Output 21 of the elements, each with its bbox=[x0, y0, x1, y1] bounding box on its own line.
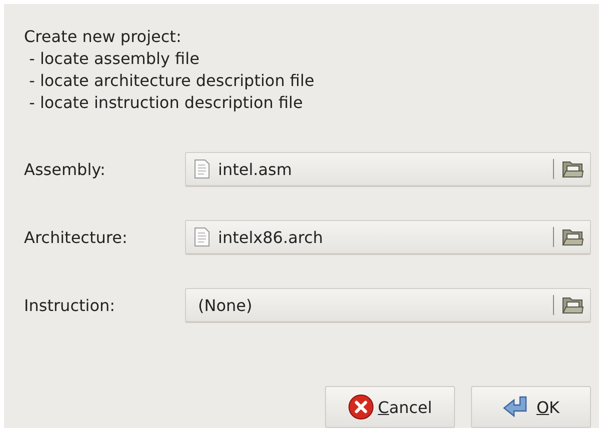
instruction-step: - locate architecture description file bbox=[24, 70, 591, 92]
instruction-step: - locate instruction description file bbox=[24, 92, 591, 114]
document-icon bbox=[194, 227, 210, 247]
file-name: intelx86.arch bbox=[218, 228, 324, 246]
folder-icon[interactable] bbox=[562, 296, 584, 314]
folder-icon[interactable] bbox=[562, 228, 584, 246]
folder-icon[interactable] bbox=[562, 160, 584, 178]
file-chooser[interactable]: (None) bbox=[185, 288, 591, 322]
field-label: Instruction: bbox=[24, 296, 116, 314]
file-name: (None) bbox=[198, 296, 254, 314]
ok-button[interactable]: OK bbox=[471, 386, 591, 428]
cancel-icon bbox=[348, 394, 374, 420]
cancel-button[interactable]: Cancel bbox=[325, 386, 455, 428]
instruction-step: - locate assembly file bbox=[24, 48, 591, 70]
field-label: Architecture: bbox=[24, 228, 128, 246]
intro-heading: Create new project: bbox=[24, 26, 182, 48]
file-chooser[interactable]: intelx86.arch bbox=[185, 220, 591, 254]
field-label: Assembly: bbox=[24, 160, 106, 178]
file-chooser[interactable]: intel.asm bbox=[185, 152, 591, 186]
document-icon bbox=[194, 159, 210, 179]
file-name: intel.asm bbox=[218, 160, 293, 178]
